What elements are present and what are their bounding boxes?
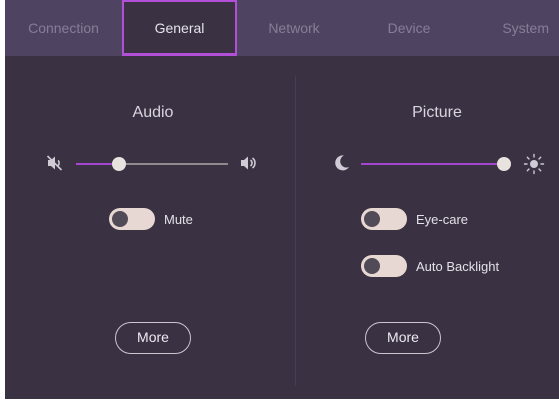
eyecare-toggle[interactable] xyxy=(361,208,407,230)
column-divider xyxy=(295,76,296,386)
toggle-knob xyxy=(112,211,128,227)
auto-backlight-toggle[interactable] xyxy=(361,255,407,277)
auto-backlight-row: Auto Backlight xyxy=(361,255,499,277)
audio-more-button[interactable]: More xyxy=(115,322,191,354)
settings-panel: Connection General Network Device System… xyxy=(5,0,559,399)
volume-mute-icon xyxy=(46,155,63,171)
auto-backlight-label: Auto Backlight xyxy=(416,258,500,274)
mute-toggle[interactable] xyxy=(109,208,155,230)
tab-device[interactable]: Device xyxy=(351,0,467,56)
brightness-slider-handle[interactable] xyxy=(497,157,511,171)
eyecare-label: Eye-care xyxy=(416,211,469,227)
toggle-knob xyxy=(364,258,380,274)
picture-more-button[interactable]: More xyxy=(365,322,441,354)
mute-row: Mute xyxy=(109,208,193,230)
picture-title: Picture xyxy=(412,104,462,121)
brightness-slider[interactable] xyxy=(361,157,511,171)
tab-network[interactable]: Network xyxy=(237,0,351,56)
moon-icon xyxy=(335,155,349,171)
eyecare-row: Eye-care xyxy=(361,208,468,230)
volume-slider[interactable] xyxy=(76,157,228,171)
toggle-knob xyxy=(364,211,380,227)
brightness-slider-fill xyxy=(361,163,504,165)
mute-label: Mute xyxy=(164,211,193,227)
tab-system[interactable]: System xyxy=(467,0,559,56)
sun-icon xyxy=(523,153,545,175)
tab-connection[interactable]: Connection xyxy=(5,0,122,56)
tab-general[interactable]: General xyxy=(122,0,237,56)
volume-up-icon xyxy=(241,156,256,170)
tab-bar: Connection General Network Device System xyxy=(5,0,559,56)
audio-title: Audio xyxy=(132,104,174,121)
volume-slider-handle[interactable] xyxy=(112,157,126,171)
